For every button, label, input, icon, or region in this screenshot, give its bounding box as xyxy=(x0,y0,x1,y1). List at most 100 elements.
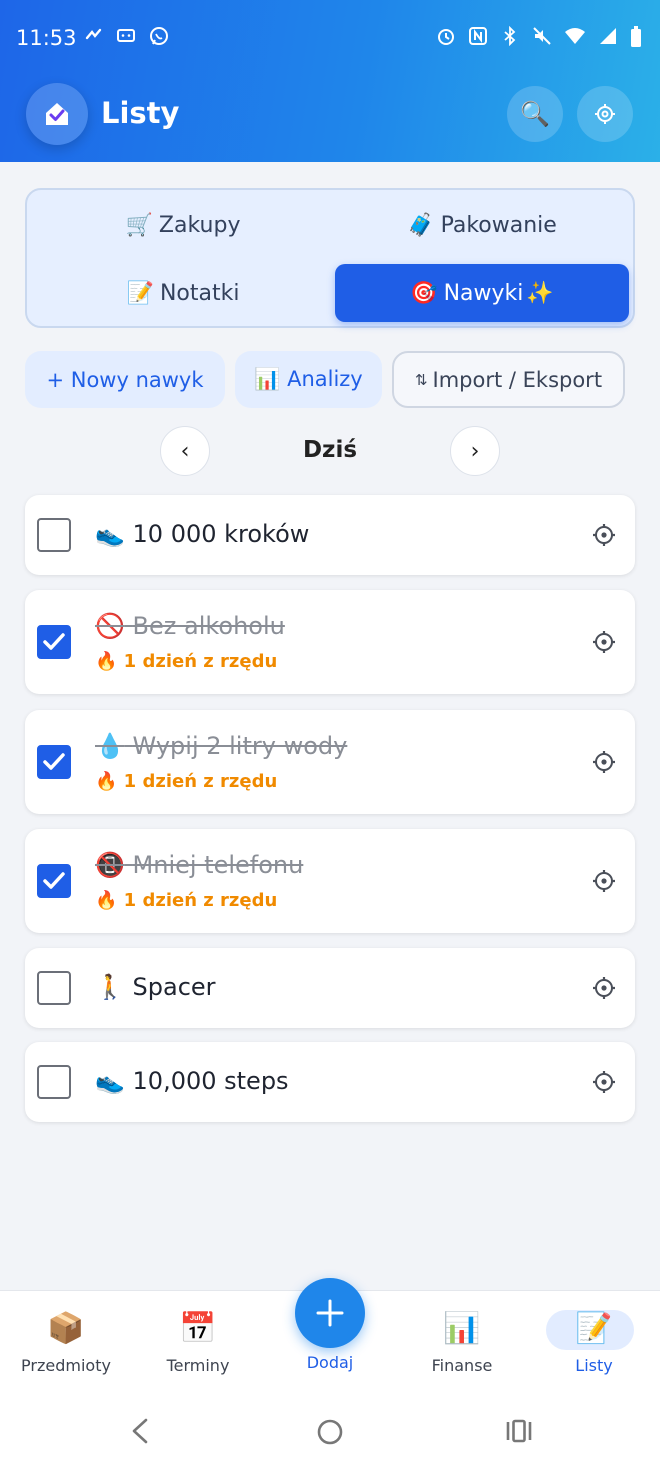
habit-title-text: Wypij 2 litry wody xyxy=(132,732,348,760)
habit-title: 🚶 Spacer xyxy=(95,973,216,1001)
add-button-label: Dodaj xyxy=(306,1353,354,1372)
target-icon: 🎯 xyxy=(410,280,438,306)
back-icon[interactable] xyxy=(130,1418,150,1444)
habit-settings-icon[interactable] xyxy=(591,749,617,775)
search-icon: 🔍 xyxy=(520,100,550,128)
habit-title-text: Bez alkoholu xyxy=(132,612,285,640)
status-bar: 11:53 xyxy=(0,0,660,72)
habit-checkbox-checked[interactable] xyxy=(37,745,71,779)
habit-checkbox[interactable] xyxy=(37,518,71,552)
app-header: 11:53 Listy 🔍 xyxy=(0,0,660,162)
analytics-label: 📊 Analizy xyxy=(254,367,363,391)
day-label: Dziś xyxy=(302,437,358,463)
no-phone-icon: 📵 xyxy=(95,851,125,879)
habit-settings-icon[interactable] xyxy=(591,1069,617,1095)
tab-label: Nawyki xyxy=(443,280,524,306)
system-navigation-bar xyxy=(0,1394,660,1467)
home-icon[interactable] xyxy=(316,1418,344,1446)
chevron-left-icon: ‹ xyxy=(180,438,190,464)
habit-title: 👟 10 000 kroków xyxy=(95,520,309,548)
bar-chart-icon: 📊 xyxy=(443,1311,481,1346)
habit-title-text: Spacer xyxy=(132,973,216,1001)
checkmark-icon xyxy=(43,753,65,770)
habit-item[interactable]: 👟 10,000 steps xyxy=(25,1042,635,1122)
wifi-icon xyxy=(565,28,585,44)
new-habit-button[interactable]: + Nowy nawyk xyxy=(25,351,225,408)
alarm-icon xyxy=(438,29,454,45)
calendar-icon: 📅 xyxy=(179,1311,217,1346)
habit-settings-icon[interactable] xyxy=(591,868,617,894)
sparkles-icon: ✨ xyxy=(526,280,554,306)
tab-pakowanie[interactable]: 🧳 Pakowanie xyxy=(335,196,629,254)
walking-person-icon: 🚶 xyxy=(95,973,125,1001)
chevron-right-icon: › xyxy=(470,438,480,464)
signal-icon xyxy=(600,28,616,44)
streak-label: 🔥 1 dzień z rzędu xyxy=(95,651,278,672)
habit-settings-icon[interactable] xyxy=(591,975,617,1001)
habit-settings-icon[interactable] xyxy=(591,629,617,655)
habit-item[interactable]: 🚶 Spacer xyxy=(25,948,635,1028)
tab-label: Pakowanie xyxy=(440,212,557,238)
habit-item[interactable]: 👟 10 000 kroków xyxy=(25,495,635,575)
search-button[interactable]: 🔍 xyxy=(507,86,563,142)
habit-title: 👟 10,000 steps xyxy=(95,1067,289,1095)
luggage-icon: 🧳 xyxy=(407,212,435,238)
tab-nawyki[interactable]: 🎯 Nawyki ✨ xyxy=(335,264,629,322)
habit-title-text: Mniej telefonu xyxy=(132,851,304,879)
mute-icon xyxy=(533,27,551,45)
habit-checkbox-checked[interactable] xyxy=(37,864,71,898)
nav-label: Listy xyxy=(575,1356,613,1375)
battery-icon xyxy=(631,26,641,47)
tab-notatki[interactable]: 📝 Notatki xyxy=(35,264,331,322)
sneaker-icon: 👟 xyxy=(95,1067,125,1095)
status-left-icons xyxy=(84,26,170,48)
bluetooth-icon xyxy=(504,26,516,46)
home-check-icon xyxy=(46,103,68,125)
nav-finanse[interactable]: 📊 Finanse xyxy=(396,1309,528,1375)
droplet-icon: 💧 xyxy=(95,732,125,760)
page-title: Listy xyxy=(101,96,180,130)
memo-icon: 📝 xyxy=(126,280,154,306)
tab-label: Notatki xyxy=(159,280,240,306)
nav-terminy[interactable]: 📅 Terminy xyxy=(132,1309,264,1375)
messenger-icon xyxy=(85,28,102,40)
import-export-button[interactable]: ⇅ Import / Eksport xyxy=(392,351,625,408)
streak-label: 🔥 1 dzień z rzędu xyxy=(95,771,278,792)
habit-item[interactable]: 📵 Mniej telefonu 🔥 1 dzień z rzędu xyxy=(25,829,635,933)
no-entry-icon: 🚫 xyxy=(95,612,125,640)
nav-przedmioty[interactable]: 📦 Przedmioty xyxy=(0,1309,132,1375)
settings-button[interactable] xyxy=(577,86,633,142)
habit-checkbox[interactable] xyxy=(37,971,71,1005)
package-icon: 📦 xyxy=(47,1311,85,1346)
habit-title-text: 10,000 steps xyxy=(132,1067,289,1095)
next-day-button[interactable]: › xyxy=(450,426,500,476)
tab-zakupy[interactable]: 🛒 Zakupy xyxy=(35,196,331,254)
memo-icon: 📝 xyxy=(575,1311,613,1346)
habit-settings-icon[interactable] xyxy=(591,522,617,548)
nav-label: Finanse xyxy=(431,1356,493,1375)
habit-item[interactable]: 💧 Wypij 2 litry wody 🔥 1 dzień z rzędu xyxy=(25,710,635,814)
status-time: 11:53 xyxy=(16,26,77,50)
analytics-button[interactable]: 📊 Analizy xyxy=(235,351,382,408)
habit-title: 💧 Wypij 2 litry wody xyxy=(95,732,347,760)
habit-checkbox[interactable] xyxy=(37,1065,71,1099)
habit-title: 🚫 Bez alkoholu xyxy=(95,612,285,640)
checkmark-icon xyxy=(43,633,65,650)
new-habit-label: + Nowy nawyk xyxy=(46,367,204,392)
nav-listy[interactable]: 📝 Listy xyxy=(528,1309,660,1375)
habit-title-text: 10 000 kroków xyxy=(132,520,310,548)
app-logo[interactable] xyxy=(26,83,88,145)
prev-day-button[interactable]: ‹ xyxy=(160,426,210,476)
add-button[interactable] xyxy=(295,1278,365,1348)
chat-icon xyxy=(117,29,135,42)
habit-item[interactable]: 🚫 Bez alkoholu 🔥 1 dzień z rzędu xyxy=(25,590,635,694)
nav-label: Terminy xyxy=(166,1356,230,1375)
list-type-tabs: 🛒 Zakupy 🧳 Pakowanie 📝 Notatki 🎯 Nawyki … xyxy=(25,188,635,328)
recent-apps-icon[interactable] xyxy=(505,1418,533,1444)
gear-icon xyxy=(595,104,615,124)
tab-label: Zakupy xyxy=(158,212,241,238)
habit-checkbox-checked[interactable] xyxy=(37,625,71,659)
checkmark-icon xyxy=(43,872,65,889)
status-right-icons xyxy=(436,26,642,48)
nav-label: Przedmioty xyxy=(21,1356,111,1375)
